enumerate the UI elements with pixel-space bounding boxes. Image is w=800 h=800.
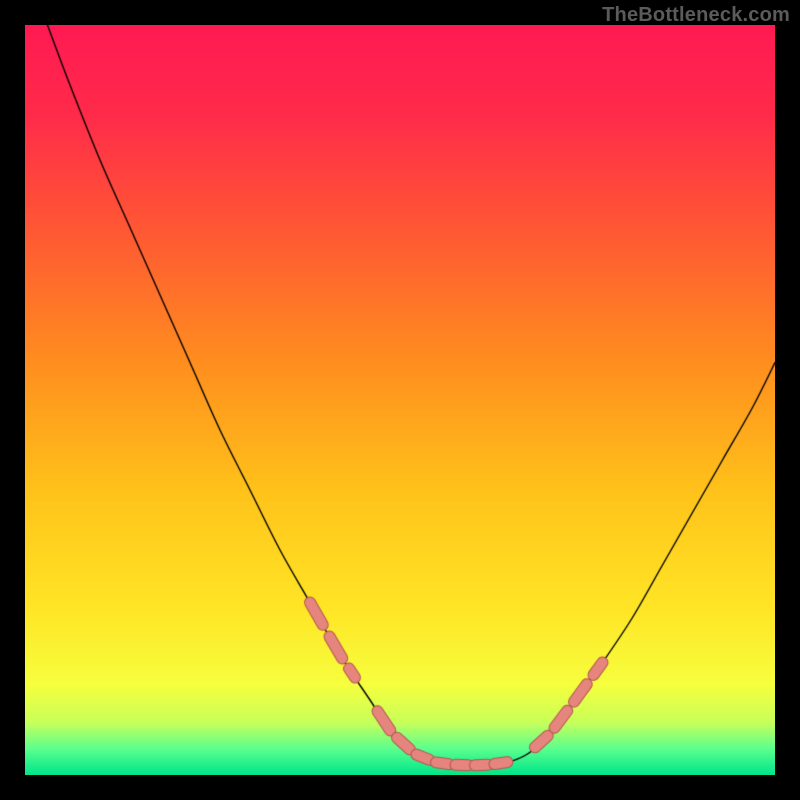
chart-frame: TheBottleneck.com [0,0,800,800]
chart-canvas [25,25,775,775]
watermark-label: TheBottleneck.com [602,4,790,27]
plot-area [25,25,775,775]
